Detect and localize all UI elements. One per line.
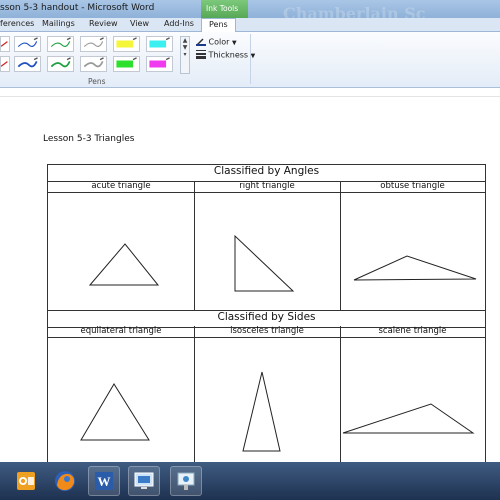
presentation-app-icon [177,472,195,490]
svg-text:W: W [98,474,111,489]
acute-triangle-shape [88,243,160,286]
presentation-app-taskbar-button[interactable] [170,466,202,496]
outlook-icon [17,472,35,490]
remote-desktop-taskbar-button[interactable] [128,466,160,496]
windows-taskbar: W [0,462,500,500]
obtuse-triangle-shape [353,255,477,281]
triangle-drawings [80,234,477,452]
right-triangle-shape [234,234,295,292]
outlook-taskbar-button[interactable] [10,466,42,496]
scalene-triangle-shape [342,403,475,434]
firefox-taskbar-button[interactable] [49,466,81,496]
firefox-icon [55,471,75,491]
word-taskbar-button[interactable]: W [88,466,120,496]
word-icon: W [95,472,113,490]
isosceles-triangle-shape [242,371,281,452]
equilateral-triangle-shape [80,383,150,441]
remote-desktop-icon [134,472,154,489]
